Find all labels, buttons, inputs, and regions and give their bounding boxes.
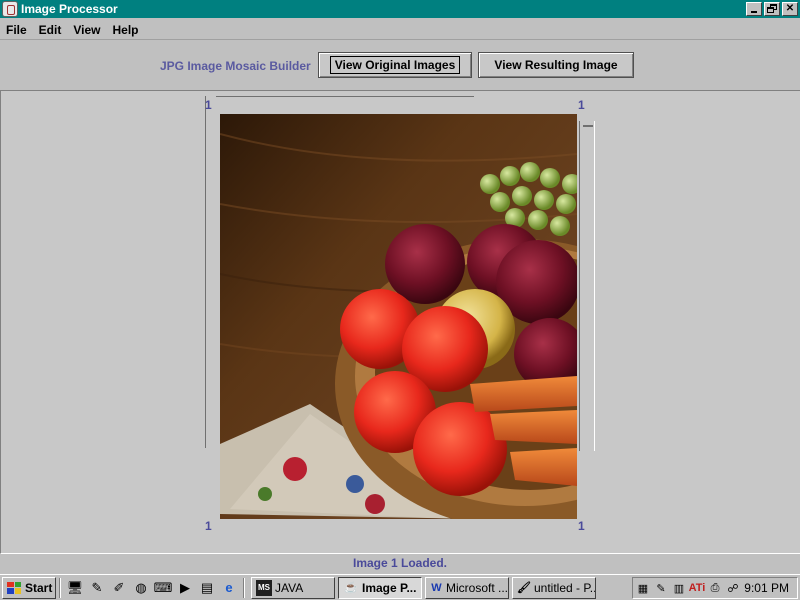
view-original-images-label: View Original Images [329, 56, 461, 74]
toolbar: JPG Image Mosaic Builder View Original I… [0, 41, 800, 89]
globe-quicklaunch-icon[interactable]: ◍ [132, 579, 150, 597]
menu-edit[interactable]: Edit [33, 23, 68, 37]
menu-view[interactable]: View [67, 23, 106, 37]
close-button[interactable]: ✕ [782, 2, 798, 16]
desktop-quicklaunch-icon[interactable]: 🖥 [66, 579, 84, 597]
taskbar: Start 🖥 ✎ ✐ ◍ ⌨ ▶ ▤ e MS JAVA ☕ Image P.… [0, 574, 800, 600]
index-bottom-right: 1 [578, 519, 585, 533]
window-controls: ✕ [744, 2, 798, 16]
internet-explorer-icon[interactable]: e [220, 579, 238, 597]
status-message: Image 1 Loaded. [352, 556, 448, 570]
close-icon: ✕ [785, 3, 795, 14]
task-image-processor[interactable]: ☕ Image P... [338, 576, 422, 599]
top-divider [216, 96, 474, 97]
java-app-icon[interactable] [2, 1, 18, 17]
system-tray: ▦ ✎ ▥ ATi ⎙ ☍ 9:01 PM [632, 577, 798, 599]
index-top-right: 1 [578, 98, 585, 112]
logo-pane-yellow [14, 588, 21, 594]
menu-help[interactable]: Help [106, 23, 144, 37]
fruit-bowl-illustration [220, 114, 577, 519]
restore-icon-back [767, 7, 774, 13]
edit-quicklaunch-icon[interactable]: ✐ [110, 579, 128, 597]
taskbar-separator [59, 577, 61, 598]
task-java-label: JAVA [275, 580, 304, 595]
tray-calendar-icon[interactable]: ▦ [635, 580, 651, 596]
tray-printer-icon[interactable]: ⎙ [707, 580, 723, 596]
view-resulting-image-button[interactable]: View Resulting Image [478, 52, 634, 78]
taskbar-separator-2 [243, 577, 245, 598]
minimize-icon [751, 11, 757, 13]
keyboard-quicklaunch-icon[interactable]: ⌨ [154, 579, 173, 597]
task-microsoft-word-label: Microsoft ... [445, 580, 508, 595]
logo-pane-red [7, 581, 14, 587]
pencil-quicklaunch-icon[interactable]: ✎ [88, 579, 106, 597]
tray-ati-icon[interactable]: ATi [689, 580, 706, 596]
view-resulting-image-label: View Resulting Image [494, 58, 618, 72]
document-quicklaunch-icon[interactable]: ▤ [198, 579, 216, 597]
logo-pane-blue [7, 588, 14, 594]
clock[interactable]: 9:01 PM [744, 581, 789, 595]
fruit-bowl-image [220, 114, 577, 519]
index-bottom-left: 1 [205, 519, 212, 533]
task-microsoft-word[interactable]: W Microsoft ... [425, 576, 509, 599]
paint-icon: 🖌 [517, 582, 531, 594]
restore-button[interactable] [764, 2, 780, 16]
tray-signal-icon[interactable]: ▥ [671, 580, 687, 596]
image-viewer-panel: 1 1 1 1 [0, 90, 800, 554]
minimize-button[interactable] [746, 2, 762, 16]
vertical-scrollbar[interactable] [579, 121, 595, 451]
menu-bar: File Edit View Help [0, 20, 800, 40]
java-cup-icon: ☕ [344, 582, 358, 594]
task-paint-label: untitled - P... [533, 580, 596, 595]
task-image-processor-label: Image P... [362, 580, 417, 595]
logo-pane-green [14, 581, 21, 587]
app-label: JPG Image Mosaic Builder [160, 59, 311, 73]
view-original-images-button[interactable]: View Original Images [318, 52, 472, 78]
index-top-left: 1 [205, 98, 212, 112]
task-java[interactable]: MS JAVA [251, 576, 335, 599]
tray-network-icon[interactable]: ☍ [725, 580, 741, 596]
tray-pen-icon[interactable]: ✎ [653, 580, 669, 596]
media-quicklaunch-icon[interactable]: ▶ [176, 579, 194, 597]
task-paint[interactable]: 🖌 untitled - P... [512, 576, 596, 599]
start-button[interactable]: Start [2, 576, 56, 599]
menu-file[interactable]: File [0, 23, 33, 37]
window-title: Image Processor [21, 2, 118, 16]
windows-logo-icon [7, 581, 21, 594]
ms-dos-icon: MS [256, 579, 272, 596]
title-bar[interactable]: Image Processor ✕ [0, 0, 800, 18]
start-label: Start [25, 580, 53, 595]
left-divider [205, 96, 206, 448]
scroll-thumb[interactable] [583, 125, 593, 127]
word-icon: W [431, 581, 442, 594]
